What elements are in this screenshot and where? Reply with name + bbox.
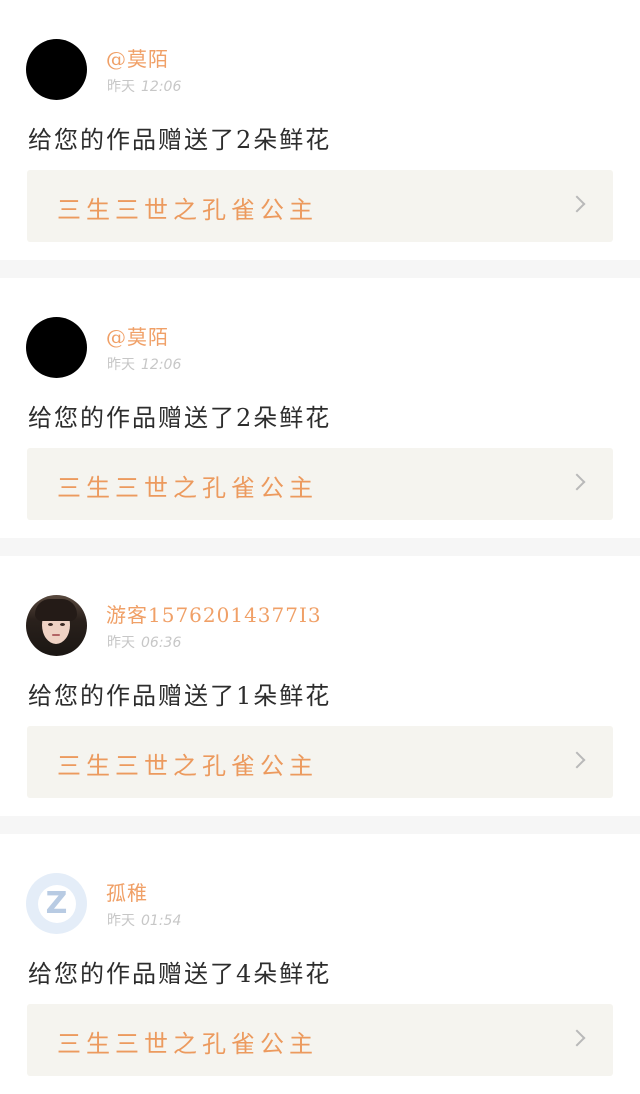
timestamp-time: 12:06 <box>141 357 182 373</box>
username-link[interactable]: 游客15762014377I3 <box>106 599 322 628</box>
chevron-right-icon <box>568 473 586 491</box>
gift-message: 给您的作品赠送了4朵鲜花 <box>28 960 332 988</box>
avatar[interactable] <box>26 39 87 100</box>
section-divider <box>0 538 640 556</box>
gift-message: 给您的作品赠送了2朵鲜花 <box>28 126 332 154</box>
timestamp-day: 昨天 <box>107 79 135 95</box>
timestamp-day: 昨天 <box>107 635 135 651</box>
timestamp: 昨天 12:06 <box>107 354 181 374</box>
username-link[interactable]: 孤稚 <box>106 877 148 906</box>
gift-message: 给您的作品赠送了1朵鲜花 <box>28 682 332 710</box>
timestamp-day: 昨天 <box>107 357 135 373</box>
avatar[interactable]: Z <box>26 873 87 934</box>
work-title: 三生三世之孔雀公主 <box>57 1030 318 1058</box>
avatar[interactable] <box>26 595 87 656</box>
notification-list: @莫陌 昨天 12:06 给您的作品赠送了2朵鲜花 三生三世之孔雀公主 @莫陌 昨… <box>0 0 640 1094</box>
timestamp-time: 01:54 <box>141 913 182 929</box>
section-divider <box>0 260 640 278</box>
chevron-right-icon <box>568 1029 586 1047</box>
work-link[interactable]: 三生三世之孔雀公主 <box>27 1004 613 1076</box>
avatar-eye-left <box>48 623 53 626</box>
notification-card: @莫陌 昨天 12:06 给您的作品赠送了2朵鲜花 三生三世之孔雀公主 <box>0 0 640 260</box>
timestamp: 昨天 06:36 <box>107 632 181 652</box>
username-link[interactable]: @莫陌 <box>106 321 169 350</box>
notification-card: 游客15762014377I3 昨天 06:36 给您的作品赠送了1朵鲜花 三生三… <box>0 556 640 816</box>
timestamp-time: 12:06 <box>141 79 182 95</box>
work-title: 三生三世之孔雀公主 <box>57 196 318 224</box>
timestamp: 昨天 01:54 <box>107 910 181 930</box>
notification-card: Z 孤稚 昨天 01:54 给您的作品赠送了4朵鲜花 三生三世之孔雀公主 <box>0 834 640 1094</box>
work-title: 三生三世之孔雀公主 <box>57 752 318 780</box>
work-link[interactable]: 三生三世之孔雀公主 <box>27 170 613 242</box>
notification-card: @莫陌 昨天 12:06 给您的作品赠送了2朵鲜花 三生三世之孔雀公主 <box>0 278 640 538</box>
timestamp-day: 昨天 <box>107 913 135 929</box>
avatar-mouth <box>52 634 60 636</box>
timestamp: 昨天 12:06 <box>107 76 181 96</box>
work-link[interactable]: 三生三世之孔雀公主 <box>27 448 613 520</box>
work-link[interactable]: 三生三世之孔雀公主 <box>27 726 613 798</box>
avatar-hair <box>35 599 77 621</box>
username-link[interactable]: @莫陌 <box>106 43 169 72</box>
avatar[interactable] <box>26 317 87 378</box>
chevron-right-icon <box>568 751 586 769</box>
chevron-right-icon <box>568 195 586 213</box>
timestamp-time: 06:36 <box>141 635 182 651</box>
qq-z-icon: Z <box>37 884 76 923</box>
gift-message: 给您的作品赠送了2朵鲜花 <box>28 404 332 432</box>
work-title: 三生三世之孔雀公主 <box>57 474 318 502</box>
section-divider <box>0 816 640 834</box>
avatar-eye-right <box>60 623 65 626</box>
